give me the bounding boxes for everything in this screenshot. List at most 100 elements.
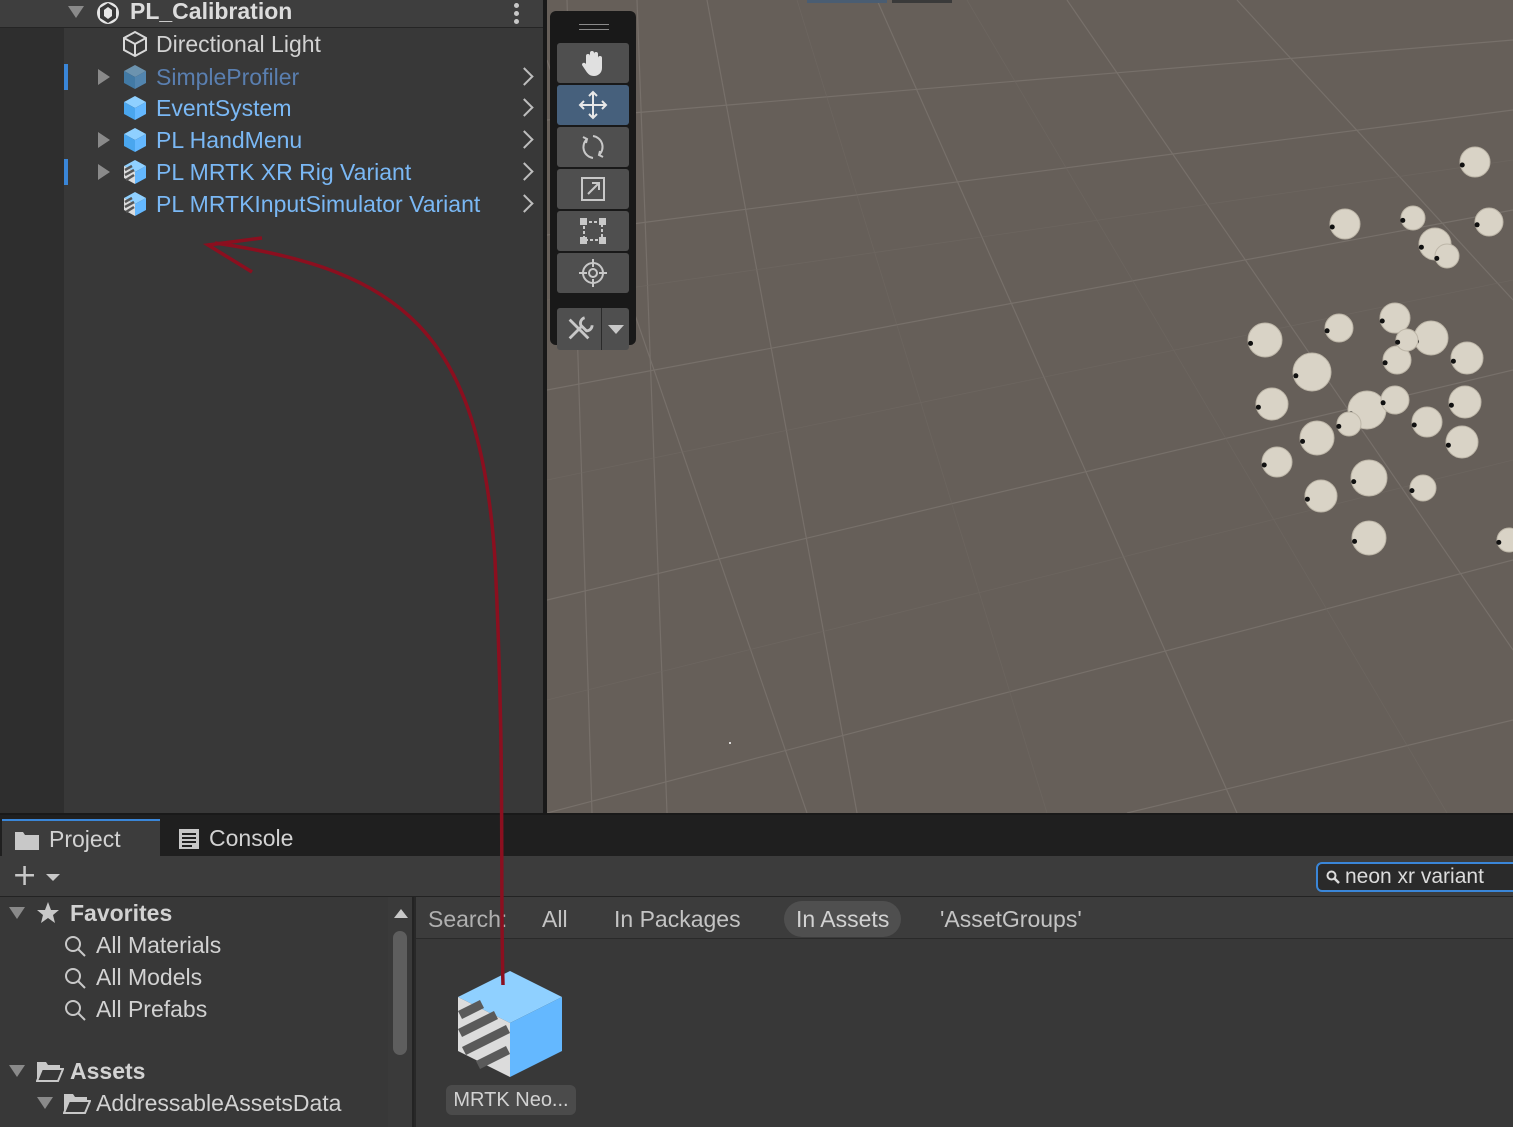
sphere-object[interactable] (1336, 411, 1362, 437)
scrollbar[interactable] (388, 897, 412, 1127)
drag-grip-icon[interactable] (579, 24, 609, 30)
create-dropdown-caret-icon[interactable] (46, 874, 60, 881)
expand-arrow-icon[interactable] (98, 132, 110, 148)
hierarchy-panel: PL_Calibration Directional Light SimpleP… (0, 0, 543, 813)
favorite-item-all-prefabs[interactable]: All Prefabs (0, 993, 386, 1025)
scene-grid (547, 0, 1513, 813)
hierarchy-item-label: PL MRTKInputSimulator Variant (156, 190, 481, 217)
scroll-up-arrow-icon[interactable] (394, 909, 408, 918)
chevron-right-icon[interactable] (515, 194, 534, 213)
hierarchy-item-simpleprofiler[interactable]: SimpleProfiler (0, 61, 543, 93)
sphere-object[interactable] (1380, 385, 1410, 415)
sphere-object[interactable] (1292, 352, 1332, 392)
folder-open-icon (36, 1062, 64, 1082)
sphere-object[interactable] (1261, 446, 1293, 478)
filter-in-packages[interactable]: In Packages (602, 901, 753, 937)
folder-icon (15, 831, 39, 850)
project-panel: Project Console + neon xr variant Favori… (0, 813, 1513, 1127)
filter-all[interactable]: All (530, 901, 580, 937)
folder-open-icon (63, 1094, 91, 1114)
chevron-right-icon[interactable] (515, 130, 534, 149)
folder-addressableassetsdata[interactable]: AddressableAssetsData (0, 1087, 386, 1119)
sphere-object[interactable] (1445, 425, 1479, 459)
expand-arrow-icon[interactable] (98, 69, 110, 85)
sphere-marker-dot (1445, 442, 1451, 448)
transform-tool-button[interactable] (557, 253, 629, 293)
fold-arrow-icon[interactable] (9, 907, 25, 919)
scene-view[interactable] (547, 0, 1513, 813)
search-icon (65, 968, 86, 989)
sphere-object[interactable] (1395, 328, 1419, 352)
favorite-item-all-materials[interactable]: All Materials (0, 929, 386, 961)
filter-in-assets[interactable]: In Assets (784, 901, 902, 937)
unity-scene-icon (97, 2, 119, 24)
fold-arrow-icon[interactable] (37, 1097, 53, 1109)
sphere-object[interactable] (1299, 420, 1335, 456)
expand-arrow-icon[interactable] (98, 164, 110, 180)
sphere-marker-dot (1351, 479, 1357, 485)
sphere-object[interactable] (1411, 406, 1443, 438)
sphere-object[interactable] (1400, 205, 1426, 231)
scene-header-row[interactable]: PL_Calibration (0, 0, 543, 28)
sphere-object[interactable] (1324, 313, 1354, 343)
tab-console[interactable]: Console (162, 819, 322, 858)
sphere-marker-dot (1304, 496, 1310, 502)
sphere-object[interactable] (1409, 474, 1437, 502)
sphere-object[interactable] (1350, 459, 1388, 497)
scrollbar-thumb[interactable] (393, 931, 407, 1055)
transform-tool-icon (579, 259, 607, 287)
sphere-object[interactable] (1379, 302, 1411, 334)
sphere-object[interactable] (1459, 146, 1491, 178)
move-tool-icon (578, 90, 608, 120)
sphere-object[interactable] (1450, 341, 1484, 375)
hierarchy-item-pl-mrtk-xr-rig-variant[interactable]: PL MRTK XR Rig Variant (0, 156, 543, 188)
project-results-area: Search: All In Packages In Assets 'Asset… (416, 897, 1513, 1127)
scale-tool-icon (581, 177, 605, 201)
tab-label: Project (49, 826, 121, 852)
kebab-menu-icon[interactable] (514, 3, 520, 25)
chevron-right-icon[interactable] (515, 67, 534, 86)
sphere-marker-dot (1324, 328, 1330, 334)
filter-assetgroups[interactable]: 'AssetGroups' (928, 901, 1094, 937)
create-plus-icon[interactable]: + (12, 861, 37, 891)
rotate-tool-icon (582, 135, 604, 159)
sphere-object[interactable] (1448, 385, 1482, 419)
sphere-marker-dot (1248, 340, 1254, 346)
asset-result-item[interactable]: MRTK Neo... (446, 961, 576, 1115)
sphere-marker-dot (1395, 339, 1401, 345)
rotate-tool-button[interactable] (557, 127, 629, 167)
assets-folder[interactable]: Assets (0, 1055, 386, 1087)
dropdown-caret-icon[interactable] (607, 324, 624, 334)
sphere-object[interactable] (1474, 207, 1504, 237)
scale-tool-button[interactable] (557, 169, 629, 209)
scene-fold-arrow-icon[interactable] (68, 6, 84, 18)
rect-tool-button[interactable] (557, 211, 629, 251)
sphere-marker-dot (1261, 462, 1267, 468)
tab-project[interactable]: Project (2, 819, 160, 858)
sphere-object[interactable] (1304, 479, 1338, 513)
favorites-header[interactable]: Favorites (0, 897, 386, 929)
custom-tools-button[interactable] (557, 308, 629, 350)
hand-tool-button[interactable] (557, 43, 629, 83)
sphere-object[interactable] (1255, 387, 1289, 421)
hierarchy-item-directional-light[interactable]: Directional Light (0, 28, 543, 60)
favorites-title: Favorites (70, 899, 173, 926)
sphere-object[interactable] (1413, 320, 1449, 356)
sphere-object[interactable] (1329, 208, 1361, 240)
search-scope-label: Search: (428, 906, 508, 932)
favorite-item-all-models[interactable]: All Models (0, 961, 386, 993)
move-tool-button[interactable] (557, 85, 629, 125)
sphere-object[interactable] (1351, 520, 1387, 556)
sphere-object[interactable] (1247, 322, 1283, 358)
sphere-object[interactable] (1434, 243, 1460, 269)
project-search-input[interactable]: neon xr variant (1316, 862, 1513, 892)
sphere-marker-dot (1450, 358, 1456, 364)
hierarchy-item-eventsystem[interactable]: EventSystem (0, 92, 543, 124)
chevron-right-icon[interactable] (515, 98, 534, 117)
project-folder-tree: Favorites All Materials All Models All P… (0, 897, 414, 1127)
favorite-label: All Prefabs (96, 995, 208, 1022)
hierarchy-item-pl-handmenu[interactable]: PL HandMenu (0, 124, 543, 156)
hierarchy-item-pl-mrtkinputsimulator-variant[interactable]: PL MRTKInputSimulator Variant (0, 188, 543, 220)
chevron-right-icon[interactable] (515, 162, 534, 181)
fold-arrow-icon[interactable] (9, 1065, 25, 1077)
